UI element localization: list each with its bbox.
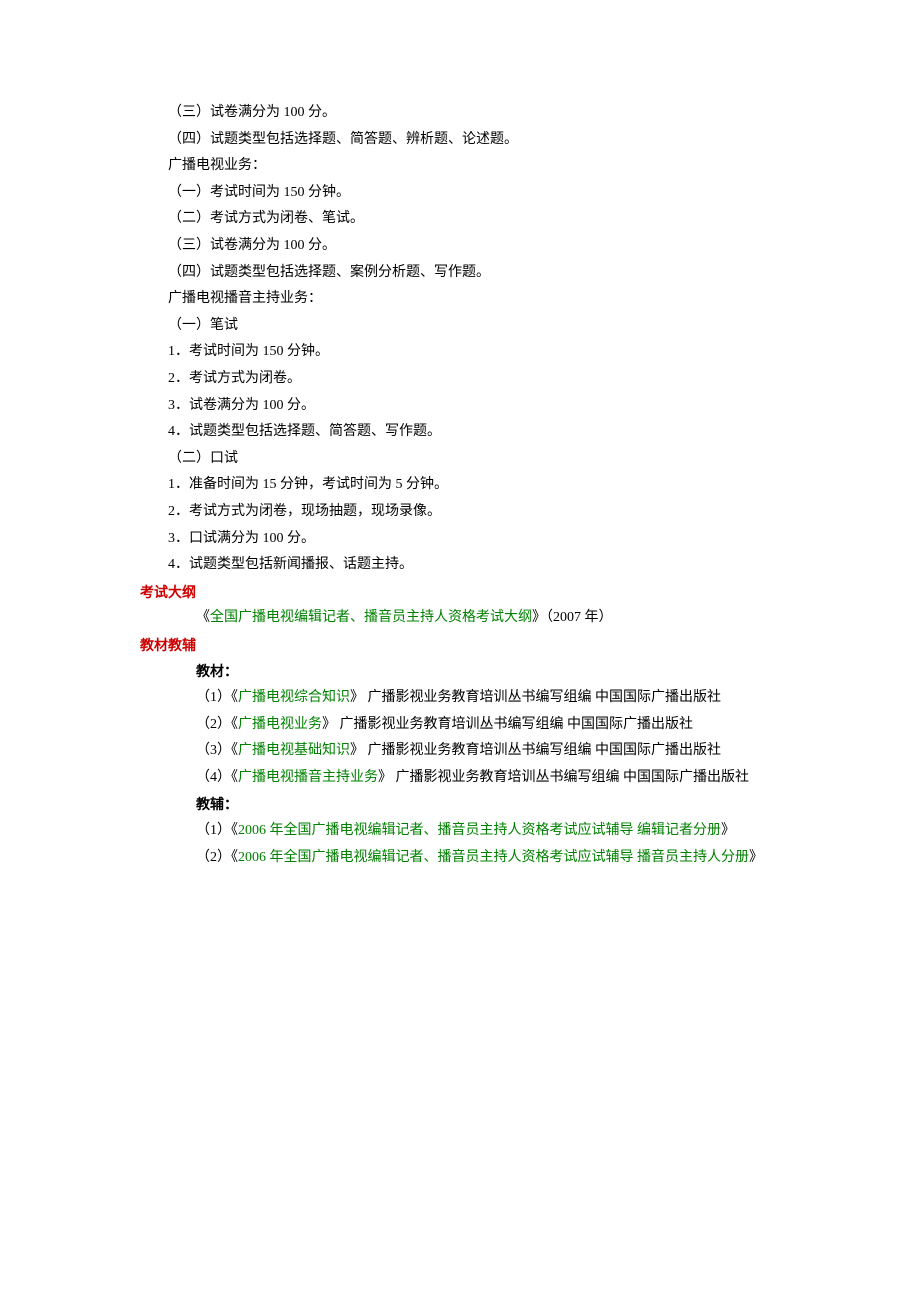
text: 》 — [721, 823, 735, 838]
aid-item: （1）《2006 年全国广播电视编辑记者、播音员主持人资格考试应试辅导 编辑记者… — [140, 818, 780, 845]
text: （3）《 — [196, 743, 238, 758]
subheading-textbook: 教材： — [140, 658, 780, 685]
body-line: （二）考试方式为闭卷、笔试。 — [140, 206, 780, 233]
textbook-item: （1）《广播电视综合知识》 广播影视业务教育培训丛书编写组编 中国国际广播出版社 — [140, 685, 780, 712]
text: （4）《 — [196, 770, 238, 785]
link-aid-2[interactable]: 2006 年全国广播电视编辑记者、播音员主持人资格考试应试辅导 播音员主持人分册 — [238, 850, 749, 865]
body-line: 广播电视播音主持业务： — [140, 286, 780, 313]
body-line: （四）试题类型包括选择题、案例分析题、写作题。 — [140, 260, 780, 287]
subheading-aid: 教辅： — [140, 791, 780, 818]
link-textbook-3[interactable]: 广播电视基础知识 — [238, 743, 350, 758]
body-line: （二）口试 — [140, 446, 780, 473]
textbook-item: （3）《广播电视基础知识》 广播影视业务教育培训丛书编写组编 中国国际广播出版社 — [140, 738, 780, 765]
link-textbook-1[interactable]: 广播电视综合知识 — [238, 690, 350, 705]
text: （1）《 — [196, 690, 238, 705]
text: 》 广播影视业务教育培训丛书编写组编 中国国际广播出版社 — [322, 717, 693, 732]
body-line: 3．口试满分为 100 分。 — [140, 526, 780, 553]
textbook-item: （2）《广播电视业务》 广播影视业务教育培训丛书编写组编 中国国际广播出版社 — [140, 712, 780, 739]
body-line: （三）试卷满分为 100 分。 — [140, 100, 780, 127]
link-textbook-2[interactable]: 广播电视业务 — [238, 717, 322, 732]
body-line: （四）试题类型包括选择题、简答题、辨析题、论述题。 — [140, 127, 780, 154]
body-line: （三）试卷满分为 100 分。 — [140, 233, 780, 260]
body-line: 2．考试方式为闭卷，现场抽题，现场录像。 — [140, 499, 780, 526]
link-exam-outline[interactable]: 全国广播电视编辑记者、播音员主持人资格考试大纲 — [210, 610, 532, 625]
text: 》 广播影视业务教育培训丛书编写组编 中国国际广播出版社 — [350, 743, 721, 758]
body-line: 3．试卷满分为 100 分。 — [140, 393, 780, 420]
link-textbook-4[interactable]: 广播电视播音主持业务 — [238, 770, 378, 785]
exam-outline-ref: 《全国广播电视编辑记者、播音员主持人资格考试大纲》（2007 年） — [140, 605, 780, 632]
text: 》（2007 年） — [532, 610, 613, 625]
body-line: （一）笔试 — [140, 313, 780, 340]
document-page: （三）试卷满分为 100 分。 （四）试题类型包括选择题、简答题、辨析题、论述题… — [0, 0, 920, 911]
body-line: 4．试题类型包括选择题、简答题、写作题。 — [140, 419, 780, 446]
link-aid-1[interactable]: 2006 年全国广播电视编辑记者、播音员主持人资格考试应试辅导 编辑记者分册 — [238, 823, 721, 838]
text: （2）《 — [196, 717, 238, 732]
text: 《 — [196, 610, 210, 625]
body-line: （一）考试时间为 150 分钟。 — [140, 180, 780, 207]
text: 》 — [749, 850, 763, 865]
heading-exam-outline: 考试大纲 — [140, 579, 780, 606]
body-line: 1．准备时间为 15 分钟，考试时间为 5 分钟。 — [140, 472, 780, 499]
body-line: 4．试题类型包括新闻播报、话题主持。 — [140, 552, 780, 579]
heading-textbook: 教材教辅 — [140, 632, 780, 659]
textbook-item: （4）《广播电视播音主持业务》 广播影视业务教育培训丛书编写组编 中国国际广播出… — [140, 765, 780, 792]
text: 》 广播影视业务教育培训丛书编写组编 中国国际广播出版社 — [350, 690, 721, 705]
body-line: 2．考试方式为闭卷。 — [140, 366, 780, 393]
text: （1）《 — [196, 823, 238, 838]
body-line: 1．考试时间为 150 分钟。 — [140, 339, 780, 366]
text: （2）《 — [196, 850, 238, 865]
body-line: 广播电视业务： — [140, 153, 780, 180]
text: 》 广播影视业务教育培训丛书编写组编 中国国际广播出版社 — [378, 770, 749, 785]
aid-item: （2）《2006 年全国广播电视编辑记者、播音员主持人资格考试应试辅导 播音员主… — [140, 845, 780, 872]
